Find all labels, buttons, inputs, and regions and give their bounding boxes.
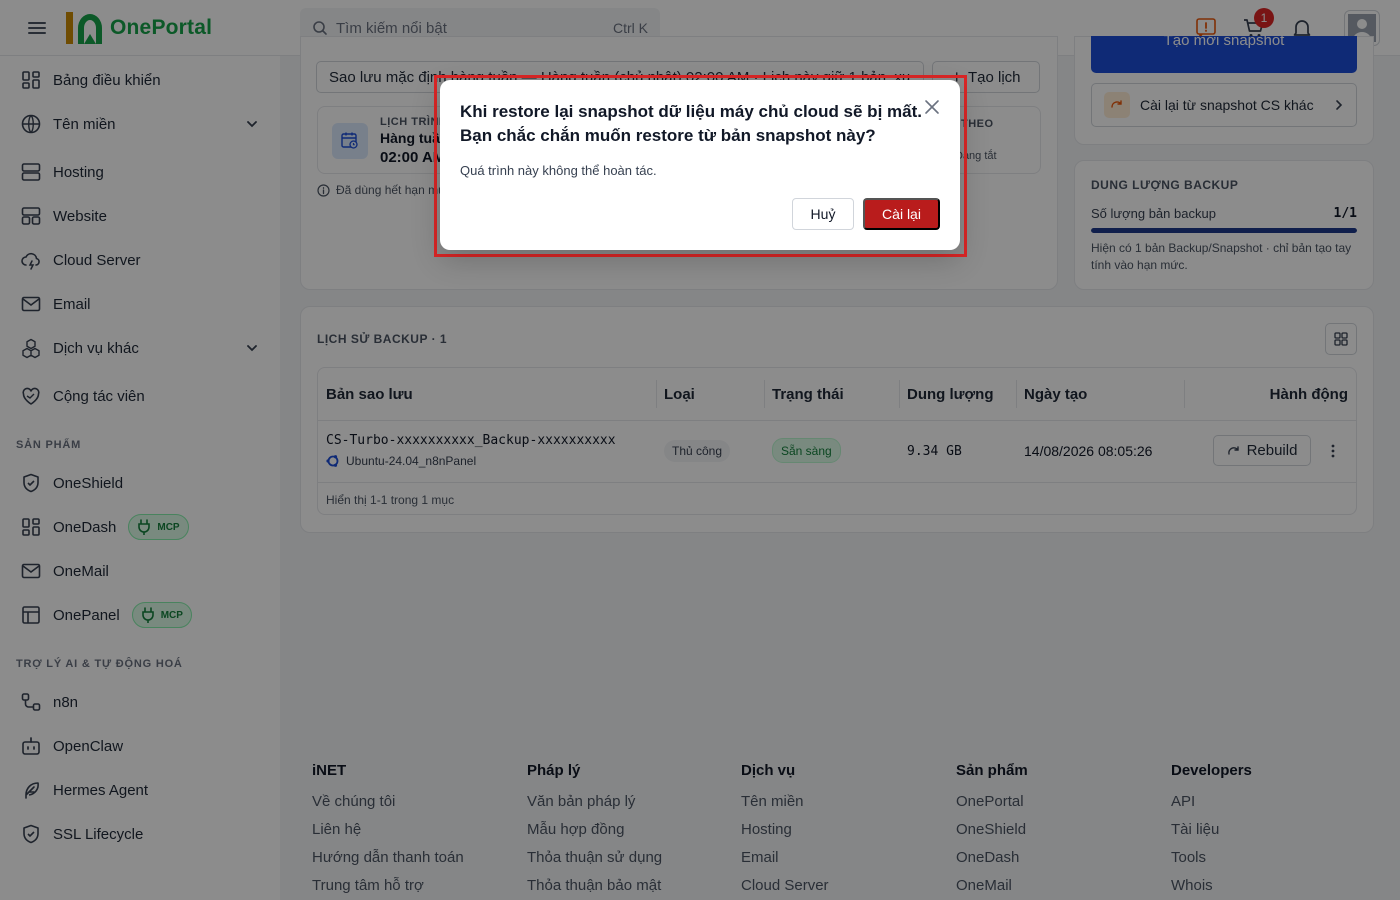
dialog-description: Quá trình này không thể hoàn tác. <box>460 163 657 178</box>
close-icon[interactable] <box>923 98 941 116</box>
restore-confirm-dialog: Khi restore lại snapshot dữ liệu máy chủ… <box>440 80 960 250</box>
dialog-title: Khi restore lại snapshot dữ liệu máy chủ… <box>460 102 922 145</box>
confirm-restore-button[interactable]: Cài lại <box>863 198 940 230</box>
cancel-button[interactable]: Huỷ <box>792 198 854 230</box>
